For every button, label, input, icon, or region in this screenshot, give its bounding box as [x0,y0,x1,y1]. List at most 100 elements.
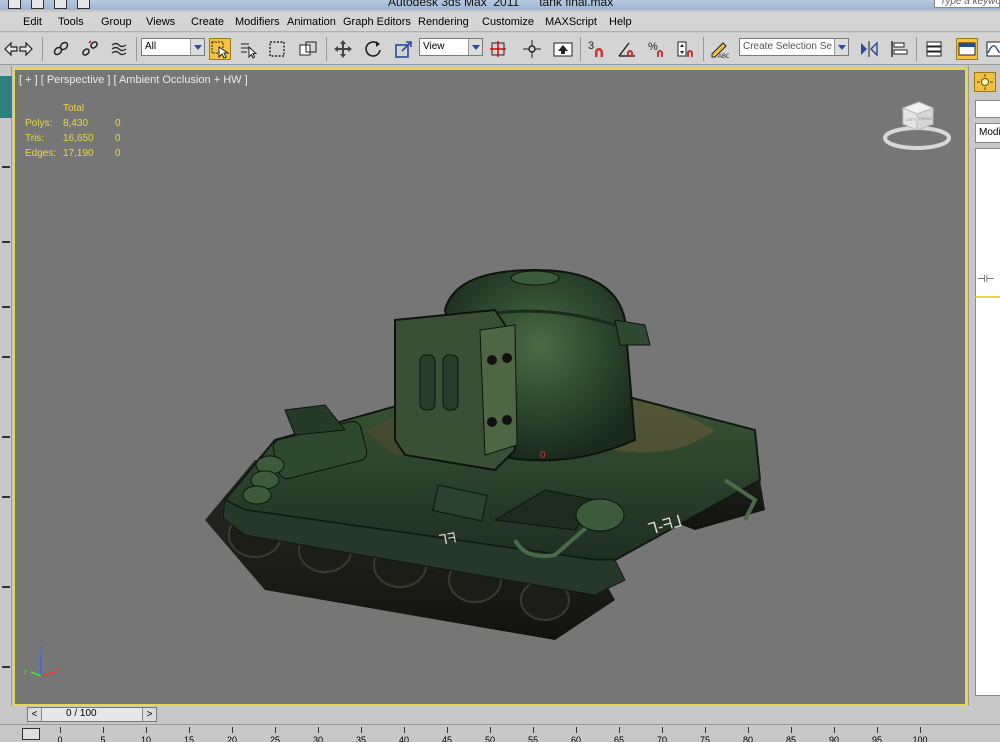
save-file-icon[interactable] [54,0,67,9]
new-file-icon[interactable] [8,0,21,9]
mirror-button[interactable] [858,38,880,60]
menu-graph-editors[interactable]: Graph Editors [343,16,411,28]
spinner-snap-icon [677,41,693,57]
curve-editor-button[interactable] [984,38,1000,60]
manipulate-button[interactable] [521,38,543,60]
select-object-button[interactable] [209,38,231,60]
menu-create[interactable]: Create [191,16,224,28]
create-tab-button[interactable] [974,72,996,92]
snaps-toggle-button[interactable]: 3 [586,38,608,60]
sun-icon [977,74,993,90]
menu-tools[interactable]: Tools [58,16,84,28]
ruler-tick-mark [748,727,749,733]
spinner-snap-button[interactable] [675,38,697,60]
menu-edit[interactable]: Edit [23,16,42,28]
bind-to-space-warp-button[interactable] [108,38,130,60]
scene-statistics: Total Polys: 8,430 0 Tris: 16,650 0 Edge… [25,101,121,161]
select-and-scale-button[interactable] [393,38,415,60]
select-and-rotate-button[interactable] [362,38,384,60]
modifier-list-dropdown[interactable]: Modi [975,123,1000,143]
redo-button[interactable] [15,38,37,60]
toolbar-separator [326,37,327,61]
toolbar-separator [580,37,581,61]
ruler-tick-mark [877,727,878,733]
stats-label: Edges: [25,148,57,159]
graphite-modeling-tools-button[interactable] [956,38,978,60]
menu-help[interactable]: Help [609,16,632,28]
pin-stack-icon[interactable]: ⊣⊢ [977,274,994,285]
select-and-move-button[interactable] [332,38,354,60]
svg-text:ABC: ABC [718,54,729,59]
viewcube-compass-ring[interactable] [883,126,951,150]
menu-rendering[interactable]: Rendering [418,16,469,28]
menu-views[interactable]: Views [146,16,175,28]
track-bar[interactable]: 0 5 10 15 20 25 30 35 40 45 50 55 60 65 70 75 80 85 90 95 10… [0,724,1000,742]
menu-maxscript[interactable]: MAXScript [545,16,597,28]
angle-snap-button[interactable] [616,38,638,60]
strip-marker [2,436,10,438]
frame-ruler[interactable]: 0 5 10 15 20 25 30 35 40 45 50 55 60 65 70 75 80 85 90 95 10… [57,727,968,742]
selection-filter-dropdown[interactable]: All [141,38,205,56]
viewport-label-menu[interactable]: [ + ] [ Perspective ] [ Ambient Occlusio… [19,74,248,86]
menu-group[interactable]: Group [101,16,132,28]
search-input[interactable]: Type a keyword [934,0,1000,8]
named-selection-dropdown[interactable]: Create Selection Se [739,38,849,56]
align-button[interactable] [888,38,910,60]
window-crossing-button[interactable] [297,38,319,60]
rectangle-selection-icon [269,41,285,57]
ruler-tick-label: 40 [398,735,410,742]
time-slider[interactable]: < 0 / 100 > [27,707,157,722]
space-warp-icon [111,42,127,56]
named-selection-pencil-icon: ABC [711,42,729,59]
edit-named-selection-button[interactable]: ABC [708,38,730,60]
pivot-center-button[interactable] [487,38,509,60]
ruler-tick-mark [791,727,792,733]
window-crossing-icon [299,41,317,56]
layer-manager-button[interactable] [923,38,945,60]
chevron-down-icon [190,39,204,55]
stats-header: Total [63,103,85,114]
percent-snap-button[interactable]: % [646,38,668,60]
open-file-icon[interactable] [31,0,44,9]
viewcube[interactable]: LEFT FRONT [881,98,953,158]
rectangular-selection-button[interactable] [266,38,288,60]
ruler-tick-label: 15 [183,735,195,742]
perspective-viewport[interactable]: [ + ] [ Perspective ] [ Ambient Occlusio… [13,68,967,706]
unlink-selection-button[interactable] [79,38,101,60]
layer-manager-icon [926,41,942,57]
ruler-tick-label: 70 [656,735,668,742]
title-bar: Autodesk 3ds Max 2011 tank final.max Typ… [0,0,1000,10]
curve-editor-icon [986,41,1000,57]
side-cupola [575,498,625,532]
viewport-layout-tab[interactable] [0,76,12,118]
undo-history-icon[interactable] [77,0,90,9]
keyboard-shortcut-override-button[interactable] [552,38,574,60]
ruler-tick-label: 100 [912,735,928,742]
tank-3d-model[interactable]: ᒣᖷ 0 ᒣ-ᖷᒧ [195,200,775,650]
turret-hatch [510,270,560,286]
time-next-button[interactable]: > [142,708,156,721]
reference-coordinate-dropdown[interactable]: View [419,38,483,56]
mini-curve-editor-icon[interactable] [22,728,40,740]
modifier-rollout-area[interactable] [975,296,1000,696]
object-name-field[interactable] [975,100,1000,118]
ruler-tick-mark [275,727,276,733]
menu-animation[interactable]: Animation [287,16,336,28]
viewcube-front-label: FRONT [919,116,933,121]
time-prev-button[interactable]: < [28,708,42,721]
select-by-name-button[interactable] [238,38,260,60]
left-tool-strip [0,66,12,706]
ruler-tick-label: 95 [871,735,883,742]
ruler-tick-label: 0 [57,735,63,742]
menu-bar: Edit Tools Group Views Create Modifiers … [0,12,1000,32]
ruler-tick-label: 90 [828,735,840,742]
ruler-tick-label: 55 [527,735,539,742]
menu-customize[interactable]: Customize [482,16,534,28]
strip-marker [2,241,10,243]
hull-marking: ᒣᖷ [438,529,457,548]
keyboard-override-icon [553,42,573,57]
menu-modifiers[interactable]: Modifiers [235,16,280,28]
select-and-link-button[interactable] [50,38,72,60]
ruler-tick-label: 25 [269,735,281,742]
ruler-tick-mark [490,727,491,733]
